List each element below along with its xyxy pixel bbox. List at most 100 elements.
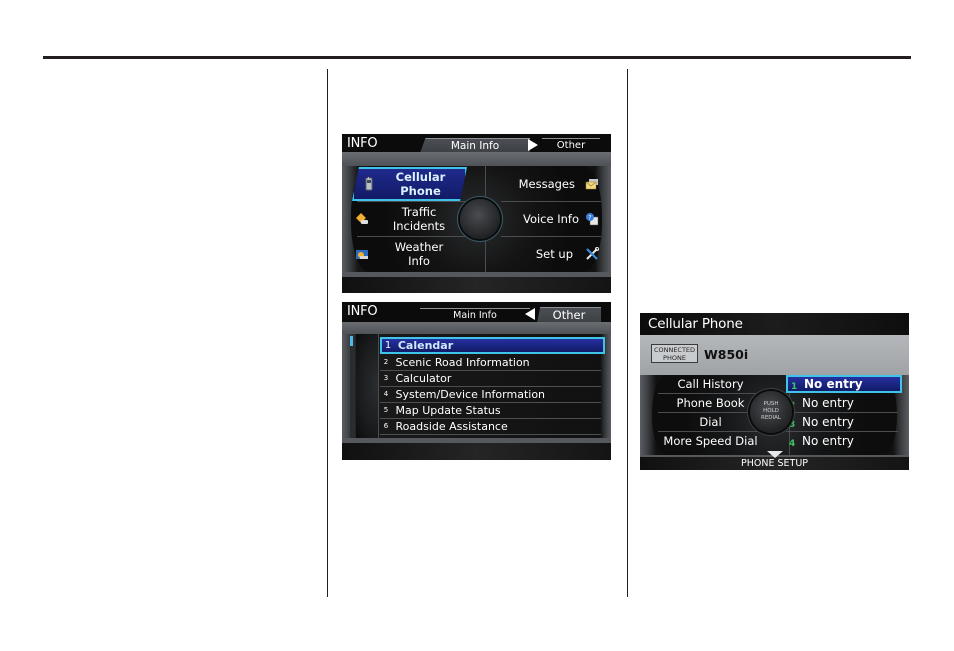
speed-dial-label: No entry	[802, 396, 854, 410]
knob-line1: PUSH	[763, 401, 779, 407]
tab-main-info[interactable]: Main Info	[420, 138, 530, 153]
screen-title: INFO	[347, 136, 378, 151]
menu-label: Set up	[535, 247, 573, 261]
item-number: 1	[384, 340, 392, 351]
header-band	[342, 152, 611, 166]
speed-dial-4[interactable]: 4 No entry	[786, 432, 898, 450]
envelope-icon	[585, 177, 599, 191]
phone-setup-label: PHONE SETUP	[741, 458, 808, 469]
badge-line2: PHONE	[663, 354, 686, 362]
menu-item-voice-info[interactable]: Voice Info ?	[497, 202, 599, 236]
menu-item-traffic-incidents[interactable]: Traffic Incidents	[351, 202, 469, 236]
knob-label: PUSH HOLD REDIAL	[750, 401, 792, 422]
item-label: Roadside Assistance	[395, 420, 508, 433]
tab-label: Main Info	[453, 310, 497, 321]
list-item-calendar[interactable]: 1 Calendar	[380, 337, 605, 354]
center-knob[interactable]	[460, 199, 500, 239]
menu-label-line2: Incidents	[392, 219, 446, 233]
speed-dial-3[interactable]: 3 No entry	[786, 413, 898, 432]
screen-title: INFO	[347, 304, 378, 319]
scrollbar-thumb[interactable]	[350, 336, 353, 346]
item-number: 4	[383, 390, 389, 398]
badge-line1: CONNECTED	[653, 346, 696, 354]
menu-item-weather-info[interactable]: Weather Info	[351, 237, 469, 271]
menu-label-line1: Weather	[394, 240, 444, 254]
item-label: Calculator	[395, 372, 452, 385]
speed-dial-label: No entry	[802, 434, 854, 448]
scrollbar[interactable]	[350, 336, 353, 438]
footer-strip	[342, 277, 611, 293]
list-item-roadside-assistance[interactable]: 6 Roadside Assistance	[380, 419, 601, 435]
redial-knob[interactable]: PUSH HOLD REDIAL	[750, 391, 792, 433]
footer-strip	[342, 443, 611, 460]
menu-body: Cellular Phone Traffic Incidents Weather In…	[342, 166, 611, 272]
knob-line2: HOLD	[763, 408, 779, 414]
info-other-screen: INFO Main Info Other 1 Calendar 2 Scenic…	[342, 302, 611, 460]
speed-dial-label: No entry	[802, 415, 854, 429]
device-name: W850i	[704, 347, 749, 362]
traffic-warning-icon	[355, 212, 369, 226]
menu-label-line1: Traffic	[401, 205, 437, 219]
column-divider-left	[327, 69, 328, 597]
knob-line3: REDIAL	[761, 415, 781, 421]
menu-label: Phone Book	[676, 396, 745, 410]
menu-label: Messages	[518, 176, 575, 191]
wrench-screwdriver-icon	[585, 246, 600, 261]
phone-setup-bar[interactable]: PHONE SETUP	[640, 457, 909, 470]
item-number: 5	[383, 406, 389, 414]
menu-item-phone-book[interactable]: Phone Book	[658, 394, 763, 413]
left-arrow-icon[interactable]	[525, 308, 535, 320]
menu-label-line1: Cellular	[395, 170, 446, 184]
list-item-map-update-status[interactable]: 5 Map Update Status	[380, 403, 601, 419]
item-number: 2	[383, 358, 389, 366]
cellphone-icon	[362, 177, 376, 191]
menu-panel: Cellular Phone Traffic Incidents Weather In…	[351, 166, 602, 272]
header-rule	[43, 56, 911, 59]
list-item-scenic-road-information[interactable]: 2 Scenic Road Information	[380, 355, 601, 371]
item-number: 6	[383, 422, 389, 430]
menu-label: Dial	[699, 415, 722, 429]
speed-dial-2[interactable]: 2 No entry	[786, 394, 898, 413]
tab-main-info[interactable]: Main Info	[420, 308, 530, 323]
speed-dial-label: No entry	[804, 377, 863, 391]
speed-dial-1[interactable]: 1 No entry	[786, 375, 902, 393]
tab-label: Main Info	[450, 140, 500, 152]
menu-item-more-speed-dial[interactable]: More Speed Dial	[658, 432, 763, 450]
list-body: 1 Calendar 2 Scenic Road Information 3 C…	[342, 334, 611, 438]
list-item-calculator[interactable]: 3 Calculator	[380, 371, 601, 387]
down-arrow-icon[interactable]	[767, 451, 783, 458]
menu-label: Call History	[677, 377, 744, 391]
weather-icon	[355, 247, 369, 261]
connected-phone-bar: CONNECTED PHONE W850i	[640, 335, 909, 375]
screen-header: Cellular Phone	[640, 313, 909, 335]
svg-text:?: ?	[588, 215, 591, 222]
item-label: Scenic Road Information	[395, 356, 530, 369]
connected-phone-badge: CONNECTED PHONE	[651, 344, 698, 363]
menu-item-dial[interactable]: Dial	[658, 413, 763, 432]
item-label: Calendar	[397, 339, 454, 352]
item-label: System/Device Information	[395, 388, 546, 401]
phone-menu-body: Call History Phone Book Dial More Speed …	[640, 375, 909, 455]
menu-item-set-up[interactable]: Set up	[497, 237, 600, 271]
menu-label-line2: Info	[408, 254, 430, 268]
tab-other[interactable]: Other	[537, 307, 601, 323]
list-item-system-device-information[interactable]: 4 System/Device Information	[380, 387, 601, 403]
right-arrow-icon[interactable]	[528, 139, 538, 151]
screen-title: Cellular Phone	[648, 316, 743, 332]
menu-label-line2: Phone	[400, 184, 441, 198]
speed-dial-icon: 1	[791, 382, 798, 392]
info-main-screen: INFO Main Info Other Cellular Phone Traf…	[342, 134, 611, 293]
screen-header: INFO Main Info Other	[342, 302, 611, 323]
column-divider-right	[627, 69, 628, 597]
tab-other[interactable]: Other	[542, 138, 600, 153]
tab-label: Other	[552, 308, 586, 322]
menu-item-call-history[interactable]: Call History	[658, 375, 763, 394]
item-number: 3	[383, 374, 389, 382]
menu-label: More Speed Dial	[663, 434, 758, 448]
header-band	[342, 322, 611, 334]
menu-item-messages[interactable]: Messages	[497, 166, 599, 201]
speed-dial-icon: 4	[789, 439, 796, 449]
cellular-phone-screen: Cellular Phone CONNECTED PHONE W850i Cal…	[640, 313, 909, 470]
menu-item-cellular-phone[interactable]: Cellular Phone	[352, 167, 467, 201]
item-label: Map Update Status	[395, 404, 501, 417]
